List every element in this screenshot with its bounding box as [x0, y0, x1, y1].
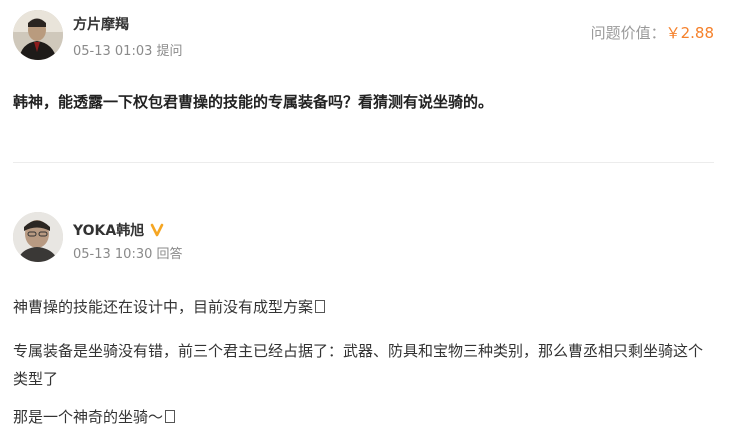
- asker-name[interactable]: 方片摩羯: [73, 14, 129, 34]
- answer-meta: 05-13 10:30 回答: [73, 243, 183, 262]
- answer-paragraph-1: 神曹操的技能还在设计中，目前没有成型方案: [13, 293, 326, 321]
- answer-paragraph-2-text: 专属装备是坐骑没有错，前三个君主已经占据了：武器、防具和宝物三种类别，那么曹丞相…: [13, 342, 704, 388]
- question-meta: 05-13 01:03 提问: [73, 40, 183, 59]
- answer-action: 回答: [156, 247, 183, 262]
- answer-paragraph-2: 专属装备是坐骑没有错，前三个君主已经占据了：武器、防具和宝物三种类别，那么曹丞相…: [13, 337, 713, 393]
- answerer-avatar[interactable]: [13, 212, 63, 262]
- answerer-name-row: YOKA韩旭: [73, 220, 164, 241]
- divider: [13, 162, 714, 163]
- missing-glyph-icon: [165, 410, 176, 423]
- question-time: 05-13 01:03: [73, 44, 153, 59]
- answer-paragraph-3: 那是一个神奇的坐骑～: [13, 403, 176, 431]
- asker-avatar[interactable]: [13, 10, 63, 60]
- price-value: ￥2.88: [665, 24, 714, 42]
- answer-paragraph-1-text: 神曹操的技能还在设计中，目前没有成型方案: [13, 298, 314, 316]
- question-price: 问题价值：￥2.88: [591, 22, 714, 43]
- price-label: 问题价值：: [590, 24, 666, 42]
- question-action: 提问: [156, 44, 183, 59]
- missing-glyph-icon: [315, 300, 326, 313]
- question-text: 韩神，能透露一下权包君曹操的技能的专属装备吗？看猜测有说坐骑的。: [13, 93, 494, 111]
- answerer-name[interactable]: YOKA韩旭: [73, 223, 144, 239]
- verified-badge-icon: [150, 223, 164, 241]
- answer-time: 05-13 10:30: [73, 247, 153, 262]
- answer-paragraph-3-text: 那是一个神奇的坐骑～: [13, 408, 164, 426]
